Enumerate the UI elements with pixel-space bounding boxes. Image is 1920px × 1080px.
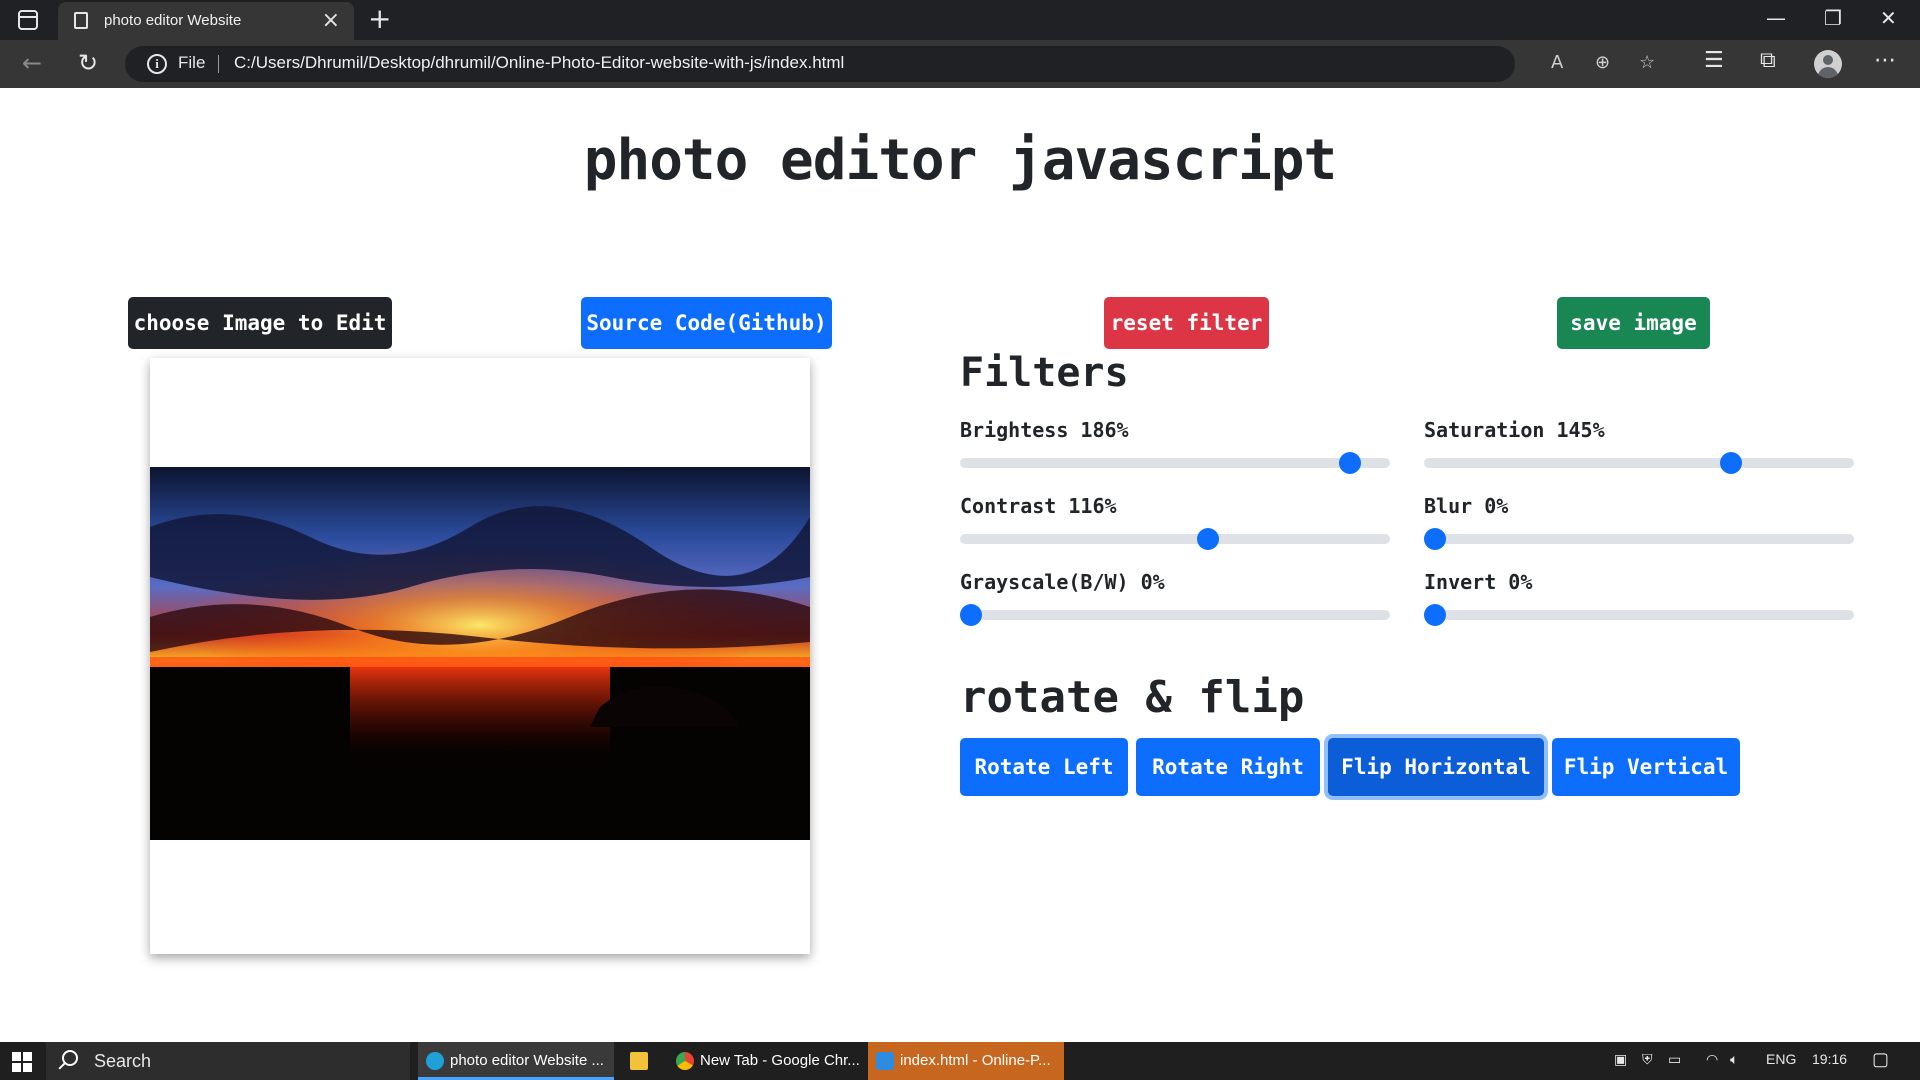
back-icon[interactable]: ← xyxy=(22,49,42,77)
brightness-label: Brightess 186% xyxy=(960,418,1129,442)
volume-icon[interactable]: 🔈︎ xyxy=(1730,1051,1738,1068)
taskbar-app-label: index.html - Online-P... xyxy=(900,1052,1051,1069)
search-label: Search xyxy=(94,1051,152,1071)
brightness-slider[interactable] xyxy=(960,452,1390,474)
slider-thumb[interactable] xyxy=(1424,528,1446,550)
blur-label: Blur 0% xyxy=(1424,494,1509,518)
grayscale-slider[interactable] xyxy=(960,604,1390,626)
taskbar-app-label: photo editor Website ... xyxy=(450,1052,604,1069)
reload-icon[interactable]: ↻ xyxy=(78,49,98,77)
sidebar-toggle-icon[interactable] xyxy=(18,10,38,30)
security-shield-icon[interactable]: ⛨ xyxy=(1642,1051,1653,1068)
browser-tab-bar: photo editor Website × + — ❐ ✕ xyxy=(0,0,1920,40)
tab-title: photo editor Website xyxy=(104,12,242,29)
save-image-button[interactable]: save image xyxy=(1557,297,1710,349)
taskbar-app-explorer[interactable] xyxy=(622,1042,662,1080)
choose-image-button[interactable]: choose Image to Edit xyxy=(128,297,392,349)
collections-icon[interactable]: ⧉ xyxy=(1760,48,1776,73)
windows-start-icon[interactable] xyxy=(12,1052,32,1072)
meet-now-icon[interactable]: ▣ xyxy=(1614,1051,1627,1068)
document-icon xyxy=(74,12,88,29)
edge-icon xyxy=(426,1052,444,1070)
info-icon[interactable]: i xyxy=(147,54,167,74)
taskbar-search[interactable]: Search ⊟ xyxy=(46,1042,437,1080)
file-explorer-icon xyxy=(630,1052,648,1070)
slider-thumb[interactable] xyxy=(1719,452,1742,474)
taskbar-app-label: New Tab - Google Chr... xyxy=(700,1052,860,1069)
flip-vertical-button[interactable]: Flip Vertical xyxy=(1552,738,1740,796)
restore-icon[interactable]: ❐ xyxy=(1824,6,1842,30)
rotate-right-button[interactable]: Rotate Right xyxy=(1136,738,1320,796)
close-window-icon[interactable]: ✕ xyxy=(1880,6,1897,30)
profile-avatar[interactable] xyxy=(1814,50,1842,78)
page-title: photo editor javascript xyxy=(583,128,1337,193)
address-bar[interactable]: i File C:/Users/Dhrumil/Desktop/dhrumil/… xyxy=(125,46,1655,82)
blur-slider[interactable] xyxy=(1424,528,1854,550)
slider-thumb[interactable] xyxy=(960,604,982,626)
address-separator xyxy=(218,55,219,73)
image-preview xyxy=(150,358,810,954)
address-toolbar: ← ↻ i File C:/Users/Dhrumil/Desktop/dhru… xyxy=(0,40,1920,88)
saturation-label: Saturation 145% xyxy=(1424,418,1605,442)
sunset-photo xyxy=(150,467,810,840)
chrome-icon xyxy=(676,1052,694,1070)
url-text[interactable]: C:/Users/Dhrumil/Desktop/dhrumil/Online-… xyxy=(234,53,844,73)
more-menu-icon[interactable]: ⋯ xyxy=(1874,48,1896,73)
close-tab-icon[interactable]: × xyxy=(322,8,340,33)
clock[interactable]: 19:16 xyxy=(1812,1051,1847,1067)
source-code-button[interactable]: Source Code(Github) xyxy=(581,297,832,349)
grayscale-label: Grayscale(B/W) 0% xyxy=(960,570,1165,594)
browser-tab[interactable]: photo editor Website × xyxy=(58,2,354,40)
taskbar-app-chrome[interactable]: New Tab - Google Chr... xyxy=(668,1042,864,1080)
rotate-left-button[interactable]: Rotate Left xyxy=(960,738,1128,796)
language-indicator[interactable]: ENG xyxy=(1766,1051,1796,1067)
flip-horizontal-button[interactable]: Flip Horizontal xyxy=(1328,738,1544,796)
reset-filter-button[interactable]: reset filter xyxy=(1104,297,1269,349)
invert-label: Invert 0% xyxy=(1424,570,1533,594)
contrast-slider[interactable] xyxy=(960,528,1390,550)
taskbar-app-edge[interactable]: photo editor Website ... xyxy=(418,1042,614,1080)
minimize-icon[interactable]: — xyxy=(1766,6,1786,30)
taskbar: Search ⊟ photo editor Website ... New Ta… xyxy=(0,1042,1920,1080)
filters-heading: Filters xyxy=(960,350,1129,396)
favorites-icon[interactable]: ☰ xyxy=(1704,48,1724,73)
page-content: photo editor javascript choose Image to … xyxy=(0,88,1920,1042)
zoom-icon[interactable]: ⊕ xyxy=(1595,52,1610,73)
read-aloud-icon[interactable]: A xyxy=(1551,52,1563,73)
slider-thumb[interactable] xyxy=(1196,528,1219,550)
add-favorite-icon[interactable]: ☆ xyxy=(1639,52,1655,73)
wifi-icon[interactable]: ◠ xyxy=(1706,1051,1718,1068)
slider-thumb[interactable] xyxy=(1424,604,1446,626)
battery-icon[interactable]: ▭ xyxy=(1668,1051,1681,1068)
invert-slider[interactable] xyxy=(1424,604,1854,626)
notifications-icon[interactable]: ▢ xyxy=(1872,1049,1889,1070)
rotate-flip-heading: rotate & flip xyxy=(960,672,1305,723)
search-icon xyxy=(62,1050,78,1066)
contrast-label: Contrast 116% xyxy=(960,494,1117,518)
slider-thumb[interactable] xyxy=(1339,452,1362,474)
saturation-slider[interactable] xyxy=(1424,452,1854,474)
taskbar-app-vscode[interactable]: index.html - Online-P... xyxy=(868,1042,1064,1080)
vscode-icon xyxy=(876,1052,894,1070)
new-tab-icon[interactable]: + xyxy=(368,2,391,35)
address-scheme: File xyxy=(178,53,206,72)
